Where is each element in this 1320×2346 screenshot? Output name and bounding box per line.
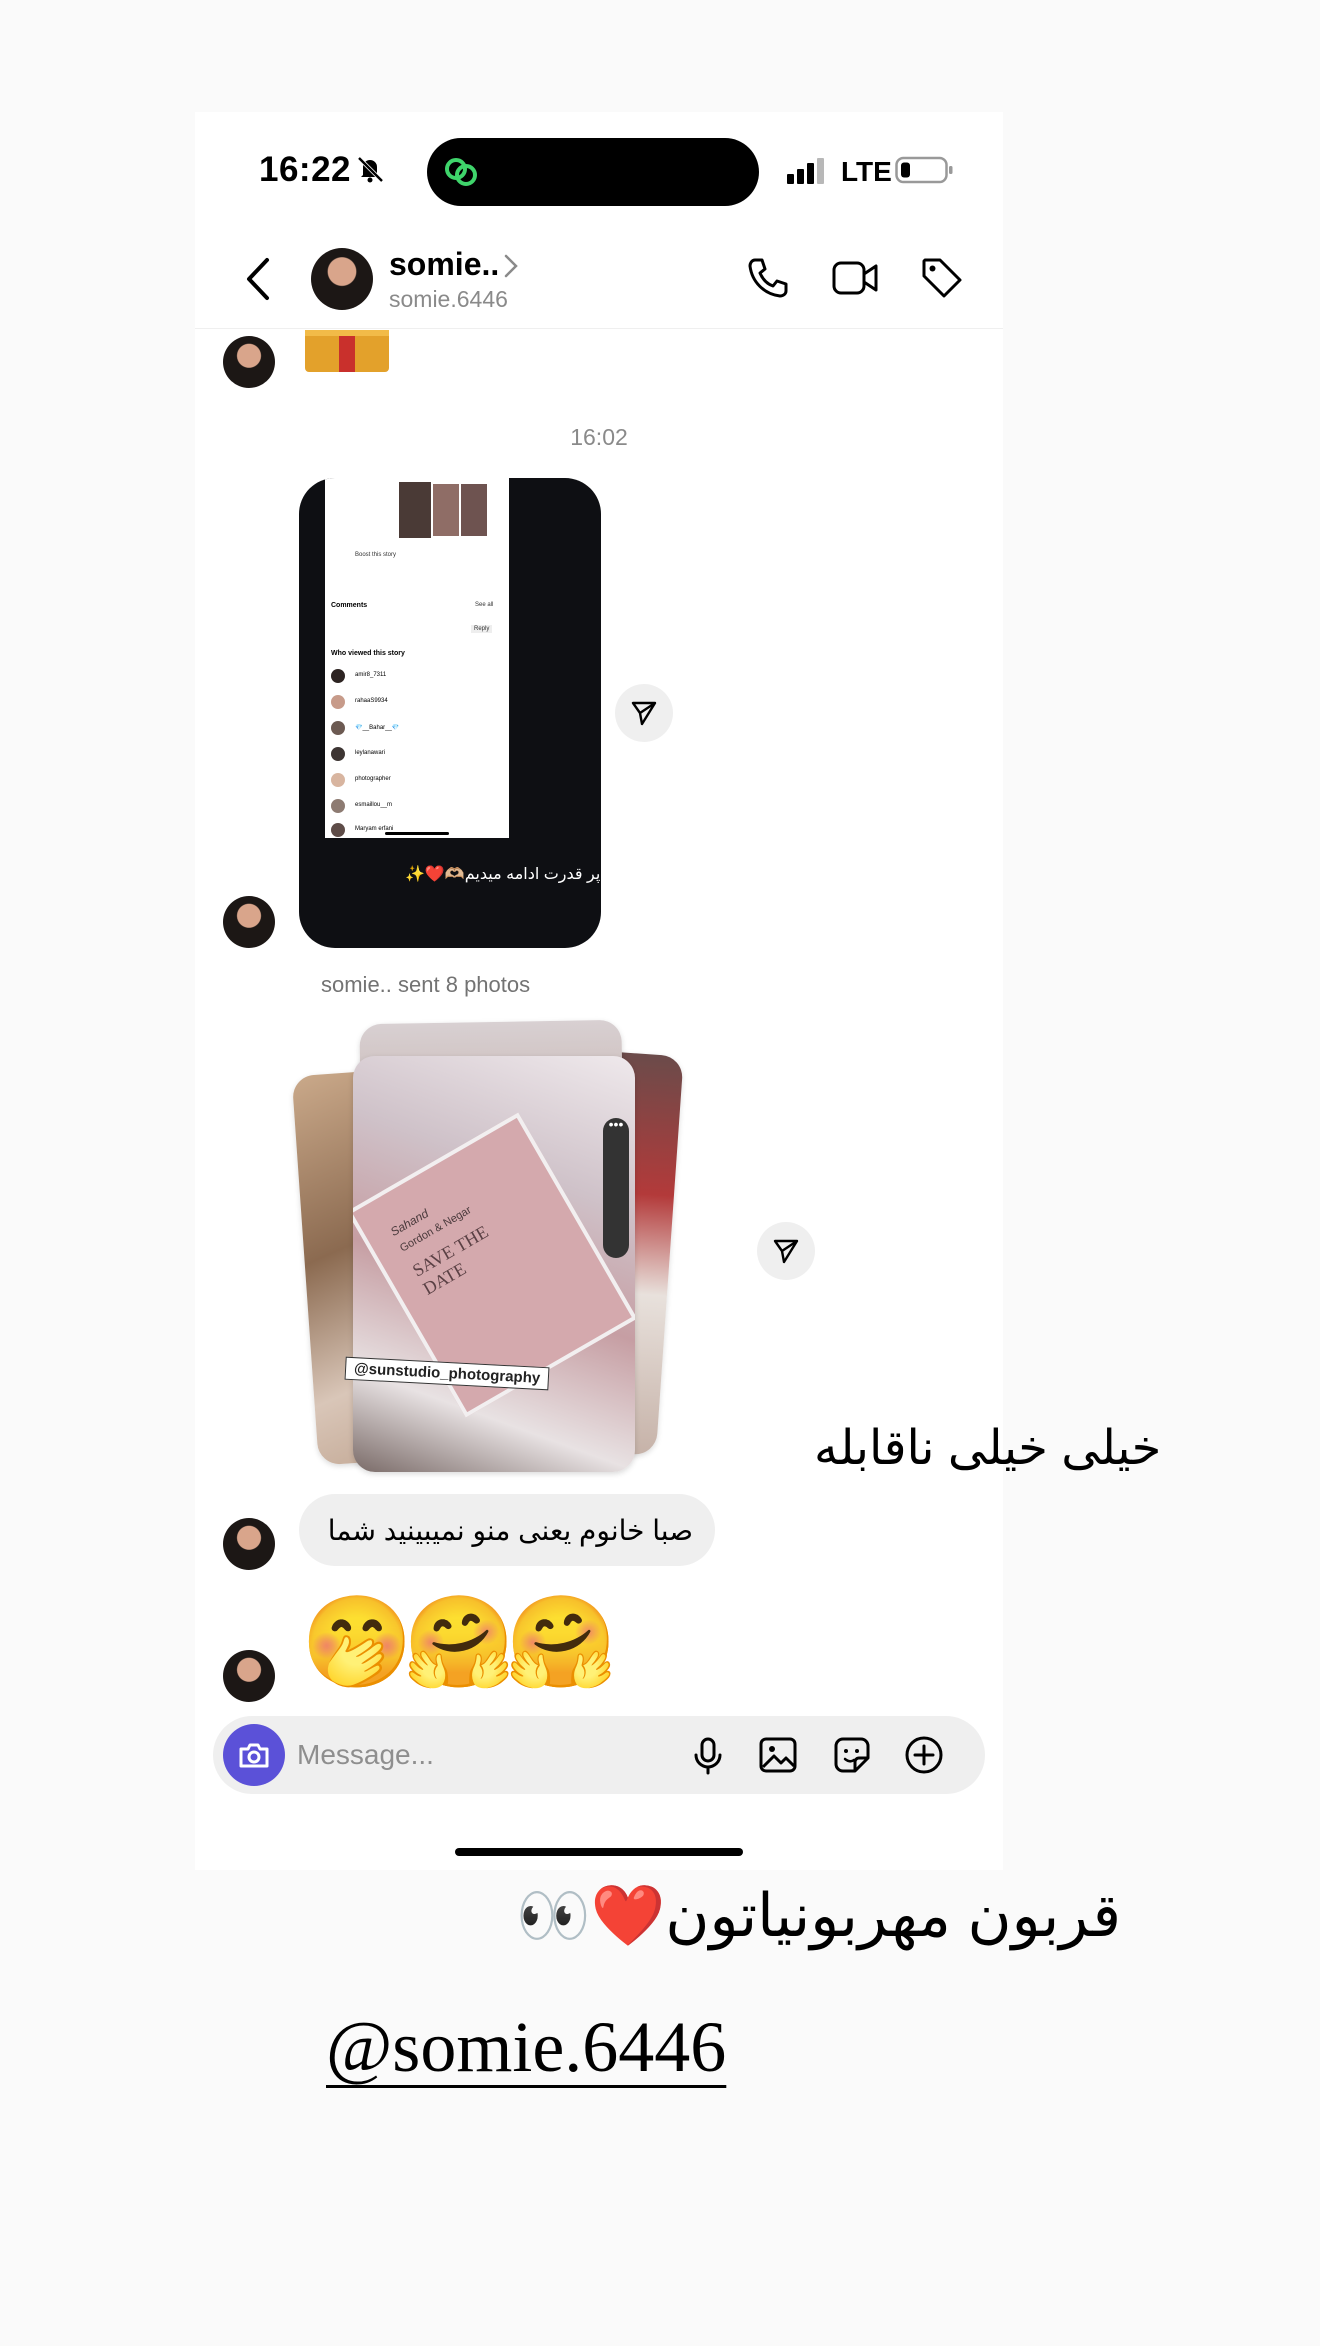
emoji-hugging: 🤗 [403, 1593, 516, 1693]
more-dots-icon: ••• [608, 1116, 624, 1132]
story-overlay-text: قربون مهربونیاتون❤️👀 [516, 1882, 1122, 1949]
add-icon[interactable] [903, 1734, 945, 1776]
story-row: Who viewed this story [331, 650, 405, 657]
signal-icon [787, 158, 824, 184]
message-bubble[interactable]: صبا خانوم یعنی منو نمیبینید شما [299, 1494, 715, 1566]
sender-avatar[interactable] [223, 336, 275, 388]
share-button[interactable] [615, 684, 673, 742]
bell-muted-icon [357, 156, 384, 183]
viewer-avatar [331, 721, 345, 735]
header-divider [195, 328, 1003, 329]
sender-avatar[interactable] [223, 1518, 275, 1570]
sender-avatar[interactable] [223, 896, 275, 948]
story-row: See all [475, 602, 494, 608]
viewer-avatar [331, 799, 345, 813]
dynamic-island [427, 138, 759, 206]
tag-icon[interactable] [919, 255, 965, 301]
story-home-indicator [385, 832, 449, 835]
home-indicator [455, 1848, 743, 1856]
message-composer [213, 1716, 985, 1794]
gift-sticker [305, 330, 389, 372]
emoji-hugging: 🤗 [505, 1593, 618, 1693]
phone-call-icon[interactable] [745, 255, 791, 301]
story-caption: پر قدرت ادامه میدیم🫶🏼❤️✨ [405, 866, 601, 883]
header-avatar[interactable] [311, 248, 373, 310]
viewer-name: rahaaS9934 [355, 698, 388, 704]
battery-icon [895, 156, 953, 184]
photo-overlay-bar: ••• [603, 1116, 629, 1258]
story-row: Boost this story [355, 552, 397, 558]
story-thumb [433, 484, 459, 536]
send-icon [631, 701, 657, 726]
share-button[interactable] [757, 1222, 815, 1280]
network-label: LTE [841, 156, 892, 187]
sender-avatar[interactable] [223, 1650, 275, 1702]
message-timestamp: 16:02 [570, 424, 628, 450]
main-photo[interactable]: Sahand Gordon & Negar SAVE THE DATE ••• [353, 1056, 635, 1472]
link-icon [445, 158, 477, 186]
viewer-avatar [331, 823, 345, 837]
viewer-avatar [331, 773, 345, 787]
story-thumb [399, 482, 431, 538]
contact-username: somie.6446 [389, 286, 508, 312]
message-text: صبا خانوم یعنی منو نمیبینید شما [327, 1515, 693, 1546]
viewer-name: leylanawari [355, 750, 386, 756]
story-reply: Reply [471, 625, 493, 633]
story-overlay-text: خیلی خیلی ناقابله [814, 1422, 1162, 1475]
camera-button[interactable] [223, 1724, 285, 1786]
video-call-icon[interactable] [831, 257, 879, 299]
story-row: Comments [331, 602, 368, 609]
viewer-avatar [331, 669, 345, 683]
story-screenshot: Boost this story Comments See all Reply … [325, 478, 509, 838]
message-input[interactable] [297, 1730, 657, 1780]
chevron-right-icon[interactable] [503, 252, 519, 280]
viewer-name: 💎__Bahar__💎 [355, 725, 400, 731]
viewer-avatar [331, 747, 345, 761]
viewer-avatar [331, 695, 345, 709]
sent-photos-label: somie.. sent 8 photos [321, 972, 531, 997]
emoji-hand-over-mouth: 🤭 [301, 1593, 414, 1693]
camera-icon [239, 1743, 269, 1768]
dm-screenshot: 16:22 LTE somie.. somie.6446 16:02 Boost… [195, 112, 1003, 1870]
send-icon [773, 1239, 799, 1264]
photo-watermark-box: @sunstudio_photography [344, 1356, 550, 1391]
mention-sticker[interactable]: @somie.6446 [326, 2006, 726, 2089]
status-time: 16:22 [259, 150, 352, 189]
back-chevron-icon[interactable] [245, 256, 271, 302]
sticker-icon[interactable] [831, 1734, 873, 1776]
shared-story-card[interactable]: Boost this story Comments See all Reply … [299, 478, 601, 948]
story-thumb [461, 484, 487, 536]
microphone-icon[interactable] [687, 1734, 729, 1776]
contact-name[interactable]: somie.. [389, 246, 499, 283]
viewer-name: esmaillou__m [355, 802, 393, 808]
viewer-name: amir8_7311 [355, 672, 387, 678]
gallery-icon[interactable] [757, 1734, 799, 1776]
viewer-name: photographer [355, 776, 391, 782]
